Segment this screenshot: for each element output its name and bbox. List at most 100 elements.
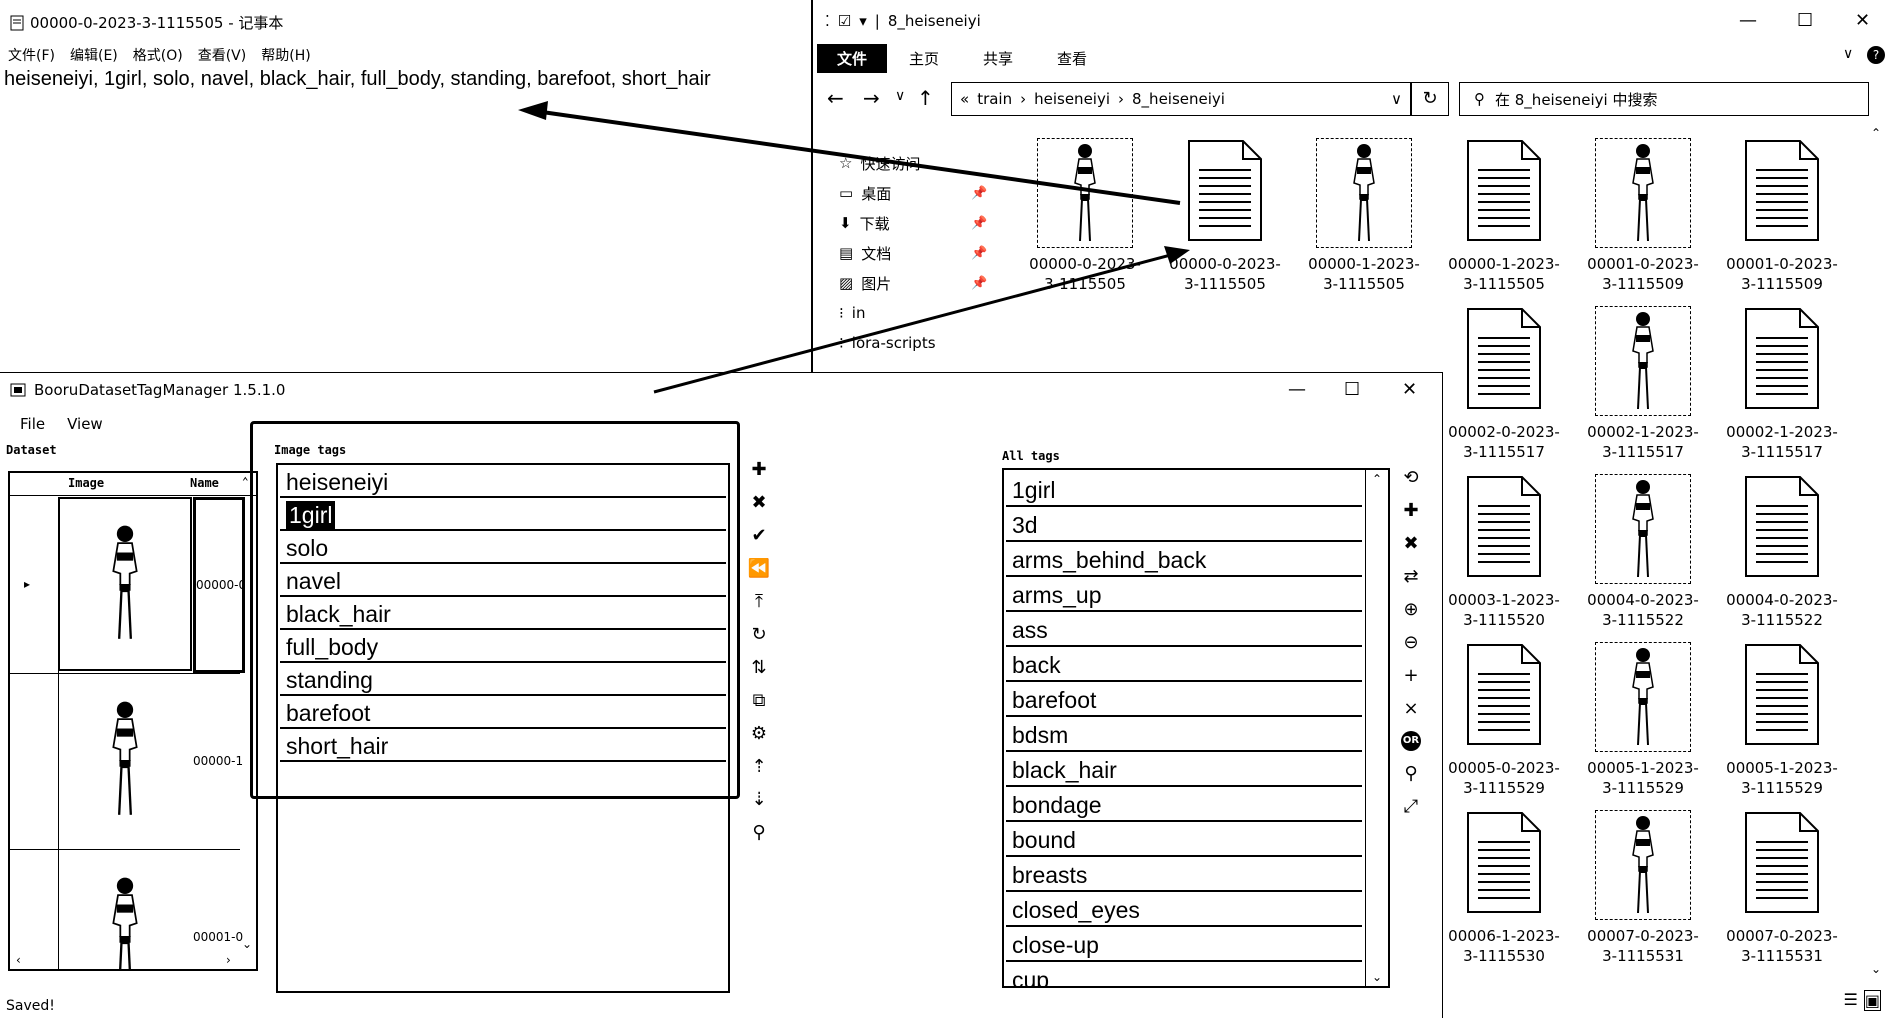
- all-tag-row[interactable]: closed_eyes: [1006, 892, 1362, 927]
- move-up-icon[interactable]: ⇡: [751, 756, 766, 777]
- all-tag-row[interactable]: 1girl: [1006, 472, 1362, 507]
- file-item[interactable]: 00004-0-2023- 3-1115522: [1573, 474, 1713, 639]
- move-down-icon[interactable]: ⇣: [751, 789, 766, 810]
- minimize-icon[interactable]: —: [1739, 10, 1757, 31]
- dataset-row[interactable]: ▸ 00000-0: [10, 497, 245, 674]
- back-arrow-icon[interactable]: ←: [827, 86, 844, 110]
- menu-file[interactable]: 文件(F): [8, 45, 55, 65]
- all-tag-row[interactable]: black_hair: [1006, 752, 1362, 787]
- scroll-down-icon[interactable]: ⌄: [1871, 962, 1881, 976]
- forward-arrow-icon[interactable]: →: [863, 86, 880, 110]
- file-item[interactable]: 00000-0-2023- 3-1115505: [1015, 138, 1155, 303]
- pin-icon[interactable]: 📌: [971, 276, 987, 291]
- file-item[interactable]: 00005-1-2023- 3-1115529: [1573, 642, 1713, 807]
- maximize-icon[interactable]: ☐: [1797, 10, 1813, 31]
- file-item[interactable]: 00007-0-2023- 3-1115531: [1712, 810, 1852, 975]
- scroll-down-icon[interactable]: ⌄: [242, 937, 252, 951]
- image-tag-row[interactable]: standing: [280, 663, 726, 696]
- remove-from-all-icon[interactable]: ⊖: [1403, 632, 1418, 653]
- ribbon-tab-view[interactable]: 查看: [1035, 48, 1109, 69]
- close-icon[interactable]: ✕: [1855, 10, 1870, 31]
- all-tag-row[interactable]: bound: [1006, 822, 1362, 857]
- ribbon-tab-home[interactable]: 主页: [887, 48, 961, 69]
- row-header[interactable]: ▸: [10, 497, 59, 673]
- image-tag-row[interactable]: short_hair: [280, 729, 726, 762]
- image-tag-row[interactable]: navel: [280, 564, 726, 597]
- sort-icon[interactable]: ⇅: [751, 657, 766, 678]
- file-item[interactable]: 00005-1-2023- 3-1115529: [1712, 642, 1852, 807]
- file-item[interactable]: 00002-1-2023- 3-1115517: [1712, 306, 1852, 471]
- nav-item[interactable]: ☆ 快速访问: [839, 148, 1009, 178]
- menu-format[interactable]: 格式(O): [133, 45, 183, 65]
- nav-item[interactable]: ⬇ 下载 📌: [839, 208, 1009, 238]
- scroll-up-icon[interactable]: ⌃: [1871, 126, 1881, 140]
- collapse-icon[interactable]: ⤢: [1404, 796, 1418, 817]
- file-item[interactable]: 00002-1-2023- 3-1115517: [1573, 306, 1713, 471]
- delete-tag-icon[interactable]: ✖: [751, 492, 766, 513]
- cross-icon[interactable]: ×: [1403, 698, 1418, 719]
- settings-icon[interactable]: ⚙: [751, 723, 767, 744]
- image-tag-row[interactable]: full_body: [280, 630, 726, 663]
- dataset-row[interactable]: 00001-0: [10, 849, 243, 969]
- minimize-icon[interactable]: —: [1288, 379, 1306, 400]
- maximize-icon[interactable]: ☐: [1344, 379, 1360, 400]
- large-icons-view-icon[interactable]: ▣: [1863, 990, 1881, 1011]
- pin-icon[interactable]: 📌: [971, 246, 987, 261]
- column-image[interactable]: Image: [68, 476, 104, 490]
- file-item[interactable]: 00002-0-2023- 3-1115517: [1434, 306, 1574, 471]
- all-tags-list[interactable]: 1girl 3d arms_behind_back arms_up ass back bar…: [1002, 468, 1390, 988]
- apply-icon[interactable]: ✔: [751, 525, 766, 546]
- file-item[interactable]: 00004-0-2023- 3-1115522: [1712, 474, 1852, 639]
- file-item[interactable]: 00000-0-2023- 3-1115505: [1155, 138, 1295, 303]
- add-tag-icon[interactable]: ✚: [1403, 500, 1418, 521]
- nav-item[interactable]: ⁝ in: [839, 298, 1009, 328]
- search-icon[interactable]: ⚲: [752, 822, 765, 843]
- address-bar[interactable]: « train › heiseneiyi › 8_heiseneiyi ∨: [951, 82, 1411, 116]
- all-tag-row[interactable]: close-up: [1006, 927, 1362, 962]
- all-tag-row[interactable]: 3d: [1006, 507, 1362, 542]
- scroll-right-icon[interactable]: ›: [226, 953, 231, 967]
- quick-access-toolbar-icon[interactable]: ⁚: [825, 12, 830, 30]
- scroll-left-icon[interactable]: ‹: [16, 953, 21, 967]
- search-icon[interactable]: ⚲: [1404, 763, 1417, 784]
- all-tag-row[interactable]: bondage: [1006, 787, 1362, 822]
- help-icon[interactable]: ?: [1867, 46, 1885, 64]
- delete-tag-icon[interactable]: ✖: [1403, 533, 1418, 554]
- close-icon[interactable]: ✕: [1402, 379, 1417, 400]
- refresh-icon[interactable]: ↻: [751, 624, 766, 645]
- image-tags-list[interactable]: heiseneiyi 1girl solo navel black_hair full_b…: [276, 463, 730, 993]
- copy-icon[interactable]: ⧉: [753, 690, 766, 711]
- all-tag-row[interactable]: ass: [1006, 612, 1362, 647]
- menu-edit[interactable]: 编辑(E): [70, 45, 118, 65]
- nav-item[interactable]: ▨ 图片 📌: [839, 268, 1009, 298]
- undo-icon[interactable]: ⏪: [748, 558, 770, 579]
- nav-item[interactable]: ▤ 文档 📌: [839, 238, 1009, 268]
- address-dropdown-icon[interactable]: ∨: [1391, 90, 1402, 108]
- add-above-icon[interactable]: ⤒: [755, 591, 763, 612]
- replace-icon[interactable]: ⇄: [1403, 566, 1418, 587]
- ribbon-expand-icon[interactable]: ∨: [1843, 46, 1853, 62]
- file-item[interactable]: 00007-0-2023- 3-1115531: [1573, 810, 1713, 975]
- all-tag-row[interactable]: bdsm: [1006, 717, 1362, 752]
- refresh-button[interactable]: ↻: [1411, 82, 1449, 116]
- checkbox-icon[interactable]: ☑: [838, 12, 851, 30]
- image-tag-row[interactable]: solo: [280, 531, 726, 564]
- menu-view[interactable]: 查看(V): [198, 45, 247, 65]
- chevron-down-icon[interactable]: ▾: [859, 12, 867, 30]
- pin-icon[interactable]: 📌: [971, 216, 987, 231]
- column-name[interactable]: Name: [190, 476, 219, 490]
- breadcrumb-segment[interactable]: heiseneiyi: [1034, 90, 1110, 108]
- file-item[interactable]: 00000-1-2023- 3-1115505: [1434, 138, 1574, 303]
- file-item[interactable]: 00001-0-2023- 3-1115509: [1573, 138, 1713, 303]
- recent-locations-icon[interactable]: ∨: [895, 88, 905, 104]
- breadcrumb-segment[interactable]: train: [977, 90, 1012, 108]
- file-item[interactable]: 00000-1-2023- 3-1115505: [1294, 138, 1434, 303]
- image-tag-row[interactable]: black_hair: [280, 597, 726, 630]
- all-tag-row[interactable]: arms_up: [1006, 577, 1362, 612]
- sync-icon[interactable]: ⟲: [1403, 467, 1418, 488]
- dataset-grid[interactable]: Image Name ⌃ ▸ 00000-0 00000-1 00001-0 ‹ › …: [8, 471, 258, 971]
- dataset-row[interactable]: 00000-1: [10, 673, 243, 850]
- add-tag-icon[interactable]: ✚: [751, 459, 766, 480]
- image-tag-row[interactable]: barefoot: [280, 696, 726, 729]
- plus-icon[interactable]: +: [1403, 665, 1418, 686]
